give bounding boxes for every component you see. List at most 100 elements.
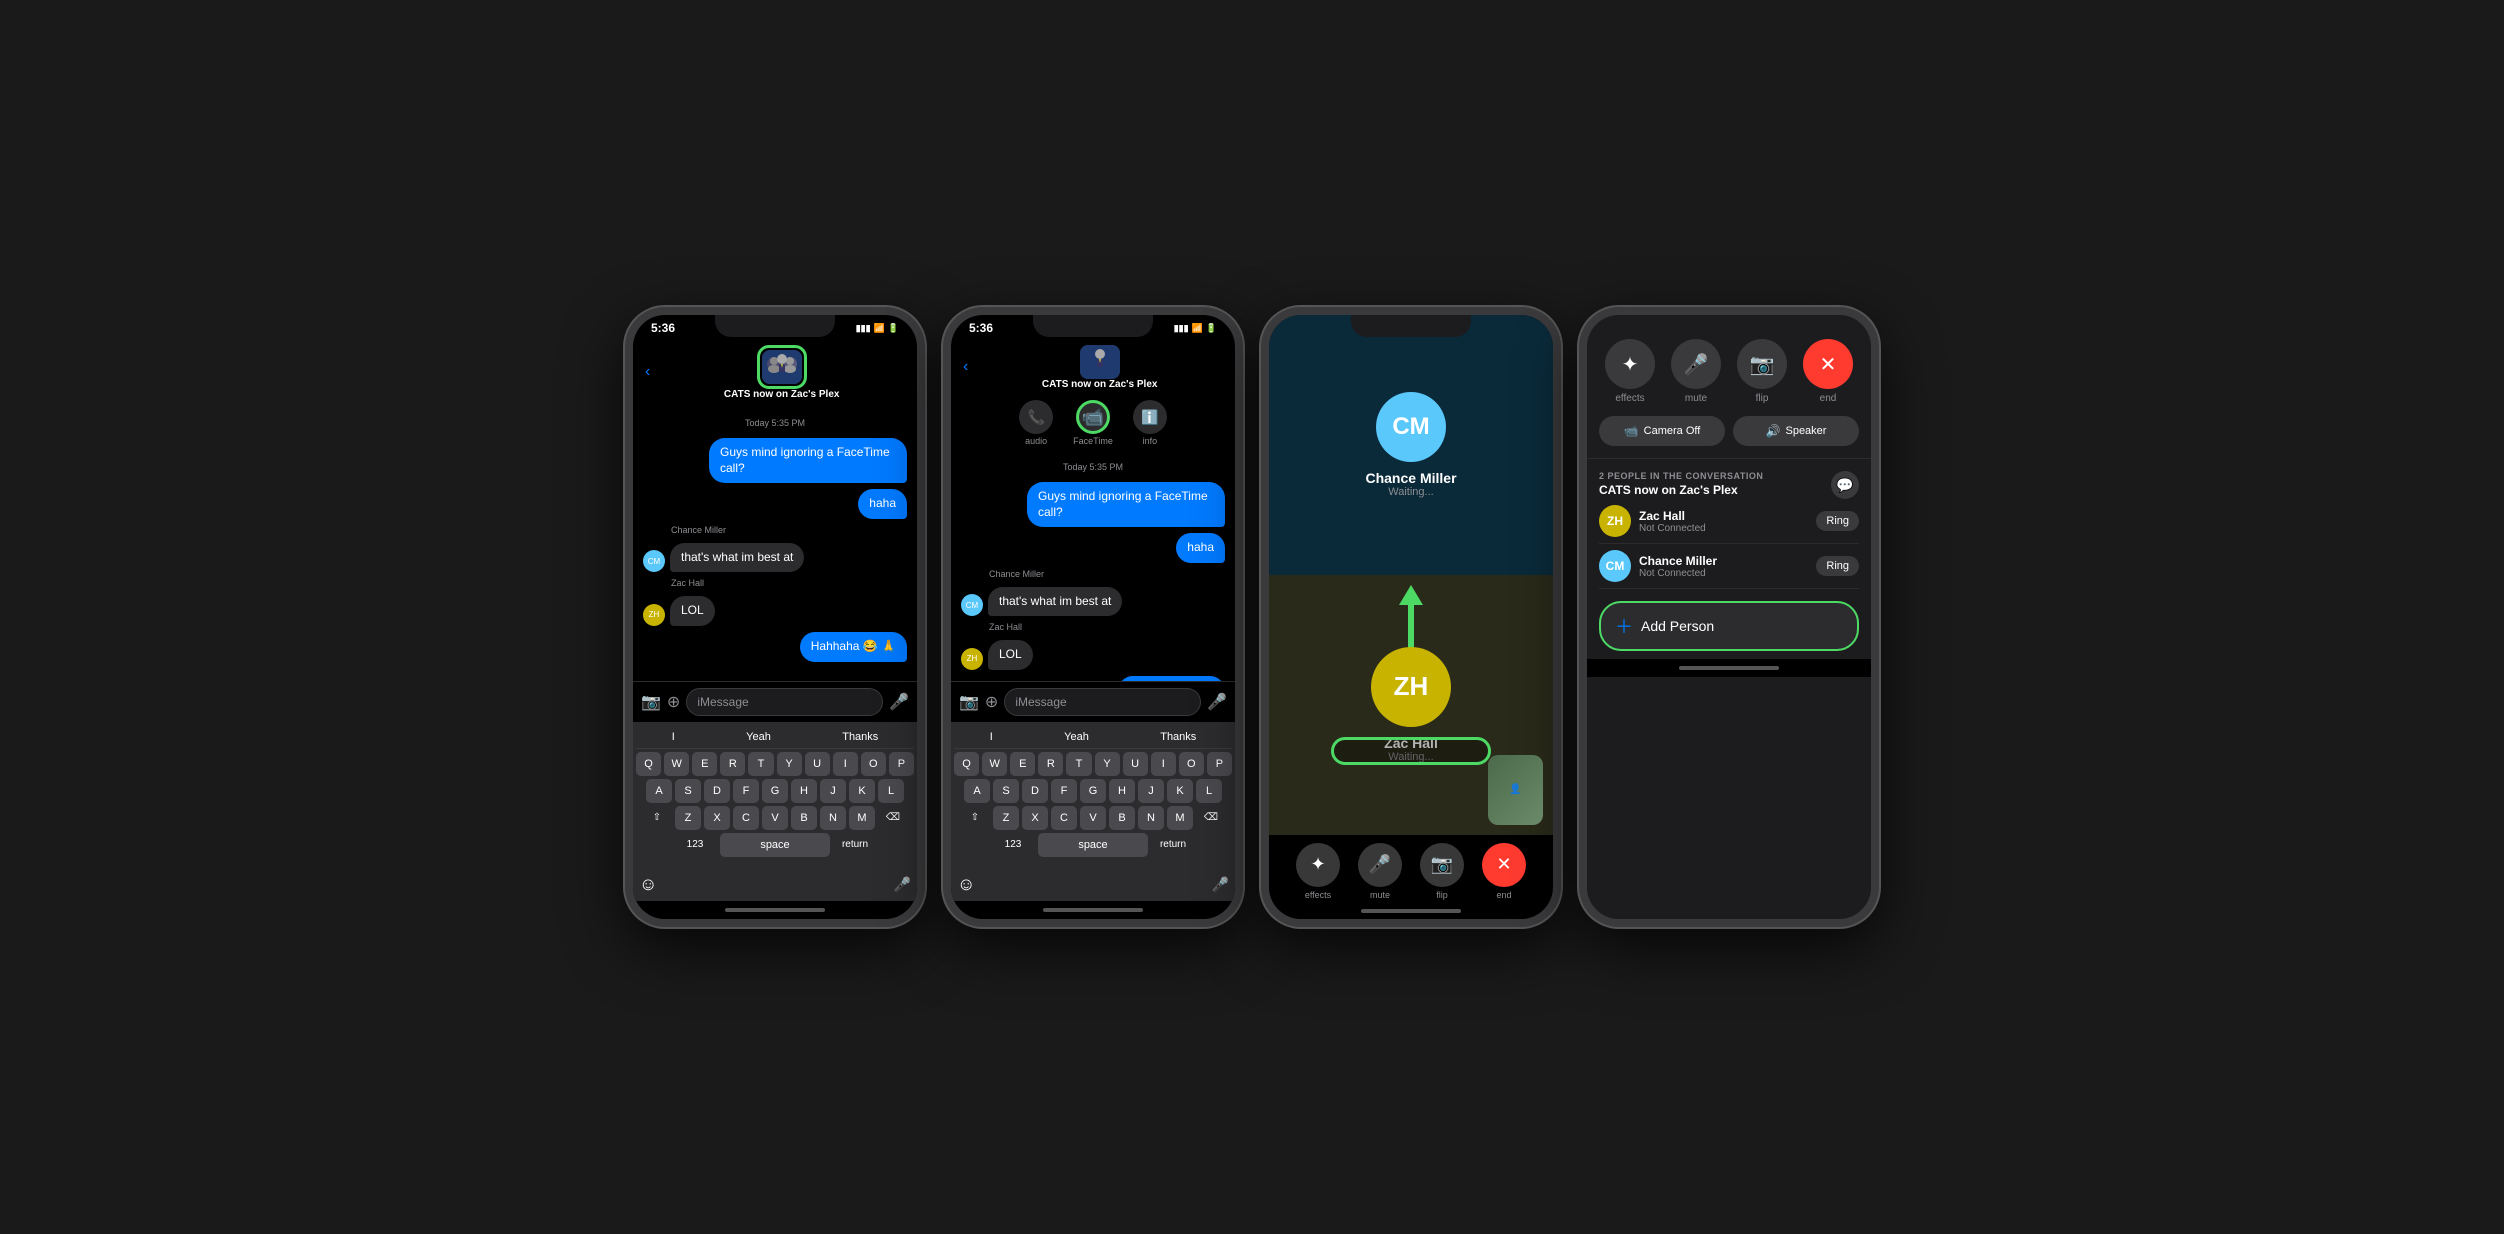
key-k[interactable]: K: [849, 779, 875, 803]
emoji-key-1[interactable]: ☺: [633, 870, 663, 899]
apps-input-icon-1[interactable]: ⊕: [667, 692, 680, 712]
key-b[interactable]: B: [791, 806, 817, 830]
k-l[interactable]: L: [1196, 779, 1222, 803]
key-123[interactable]: 123: [673, 833, 717, 857]
flip-btn-4[interactable]: 📷 flip: [1737, 339, 1787, 404]
cm-ring-btn-4[interactable]: Ring: [1816, 556, 1859, 576]
key-n[interactable]: N: [820, 806, 846, 830]
key-u[interactable]: U: [805, 752, 830, 776]
mic-key-1[interactable]: 🎤: [888, 872, 917, 897]
k-d[interactable]: D: [1022, 779, 1048, 803]
key-backspace[interactable]: ⌫: [878, 806, 908, 830]
key-g[interactable]: G: [762, 779, 788, 803]
k-b[interactable]: B: [1109, 806, 1135, 830]
k-123-2[interactable]: 123: [991, 833, 1035, 857]
key-q[interactable]: Q: [636, 752, 661, 776]
k-o[interactable]: O: [1179, 752, 1204, 776]
swipe-bar-highlight[interactable]: [1331, 737, 1491, 765]
key-shift[interactable]: ⇧: [642, 806, 672, 830]
key-m[interactable]: M: [849, 806, 875, 830]
k-k[interactable]: K: [1167, 779, 1193, 803]
key-i[interactable]: I: [833, 752, 858, 776]
effects-btn-4[interactable]: ✦ effects: [1605, 339, 1655, 404]
key-c[interactable]: C: [733, 806, 759, 830]
k-return-2[interactable]: return: [1151, 833, 1195, 857]
k-shift-2[interactable]: ⇧: [960, 806, 990, 830]
k-p[interactable]: P: [1207, 752, 1232, 776]
message-input-1[interactable]: iMessage: [686, 688, 883, 716]
suggestion-yeah-1[interactable]: Yeah: [738, 729, 779, 745]
speaker-btn-4[interactable]: 🔊 Speaker: [1733, 416, 1859, 446]
k-w[interactable]: W: [982, 752, 1007, 776]
add-person-btn-4[interactable]: ＋ Add Person: [1599, 601, 1859, 651]
key-space[interactable]: space: [720, 833, 830, 857]
key-a[interactable]: A: [646, 779, 672, 803]
k-r[interactable]: R: [1038, 752, 1063, 776]
k-z[interactable]: Z: [993, 806, 1019, 830]
apps-icon-2[interactable]: ⊕: [985, 692, 998, 712]
key-o[interactable]: O: [861, 752, 886, 776]
key-v[interactable]: V: [762, 806, 788, 830]
key-r[interactable]: R: [720, 752, 745, 776]
k-c[interactable]: C: [1051, 806, 1077, 830]
k-e[interactable]: E: [1010, 752, 1035, 776]
zh-ring-btn-4[interactable]: Ring: [1816, 511, 1859, 531]
message-input-2[interactable]: iMessage: [1004, 688, 1201, 716]
k-space-2[interactable]: space: [1038, 833, 1148, 857]
back-button-1[interactable]: ‹: [645, 363, 650, 381]
suggestion-thanks-1[interactable]: Thanks: [834, 729, 886, 745]
end-btn-4[interactable]: ✕ end: [1803, 339, 1853, 404]
key-f[interactable]: F: [733, 779, 759, 803]
k-a[interactable]: A: [964, 779, 990, 803]
key-z[interactable]: Z: [675, 806, 701, 830]
audio-input-icon-1[interactable]: 🎤: [889, 692, 909, 712]
key-w[interactable]: W: [664, 752, 689, 776]
back-button-2[interactable]: ‹: [963, 358, 968, 376]
camera-icon-2[interactable]: 📷: [959, 692, 979, 712]
k-u[interactable]: U: [1123, 752, 1148, 776]
sug-thanks-2[interactable]: Thanks: [1152, 729, 1204, 745]
key-e[interactable]: E: [692, 752, 717, 776]
k-m[interactable]: M: [1167, 806, 1193, 830]
camera-off-btn-4[interactable]: 📹 Camera Off: [1599, 416, 1725, 446]
k-y[interactable]: Y: [1095, 752, 1120, 776]
k-v[interactable]: V: [1080, 806, 1106, 830]
key-l[interactable]: L: [878, 779, 904, 803]
mic-key-2[interactable]: 🎤: [1206, 872, 1235, 897]
key-s[interactable]: S: [675, 779, 701, 803]
key-y[interactable]: Y: [777, 752, 802, 776]
key-d[interactable]: D: [704, 779, 730, 803]
facetime-action-2[interactable]: 📹 FaceTime: [1073, 400, 1113, 446]
end-btn-3[interactable]: ✕ end: [1482, 843, 1526, 900]
mute-btn-3[interactable]: 🎤 mute: [1358, 843, 1402, 900]
chat-icon-btn-4[interactable]: 💬: [1831, 471, 1859, 499]
key-t[interactable]: T: [748, 752, 773, 776]
mute-btn-4[interactable]: 🎤 mute: [1671, 339, 1721, 404]
flip-btn-3[interactable]: 📷 flip: [1420, 843, 1464, 900]
audio-action-2[interactable]: 📞 audio: [1019, 400, 1053, 446]
info-action-2[interactable]: ℹ️ info: [1133, 400, 1167, 446]
audio-icon-input-2[interactable]: 🎤: [1207, 692, 1227, 712]
sug-yeah-2[interactable]: Yeah: [1056, 729, 1097, 745]
messages-content-2[interactable]: Today 5:35 PM Guys mind ignoring a FaceT…: [951, 450, 1235, 681]
key-x[interactable]: X: [704, 806, 730, 830]
k-s[interactable]: S: [993, 779, 1019, 803]
camera-input-icon-1[interactable]: 📷: [641, 692, 661, 712]
sug-i-2[interactable]: I: [982, 729, 1001, 745]
messages-content-1[interactable]: Today 5:35 PM Guys mind ignoring a FaceT…: [633, 406, 917, 681]
k-t[interactable]: T: [1066, 752, 1091, 776]
k-h[interactable]: H: [1109, 779, 1135, 803]
effects-btn-3[interactable]: ✦ effects: [1296, 843, 1340, 900]
key-p[interactable]: P: [889, 752, 914, 776]
k-g[interactable]: G: [1080, 779, 1106, 803]
key-h[interactable]: H: [791, 779, 817, 803]
key-j[interactable]: J: [820, 779, 846, 803]
k-f[interactable]: F: [1051, 779, 1077, 803]
group-avatar-highlight-1[interactable]: [757, 345, 807, 389]
emoji-key-2[interactable]: ☺: [951, 870, 981, 899]
k-backspace-2[interactable]: ⌫: [1196, 806, 1226, 830]
k-n[interactable]: N: [1138, 806, 1164, 830]
key-return[interactable]: return: [833, 833, 877, 857]
k-x[interactable]: X: [1022, 806, 1048, 830]
k-q[interactable]: Q: [954, 752, 979, 776]
